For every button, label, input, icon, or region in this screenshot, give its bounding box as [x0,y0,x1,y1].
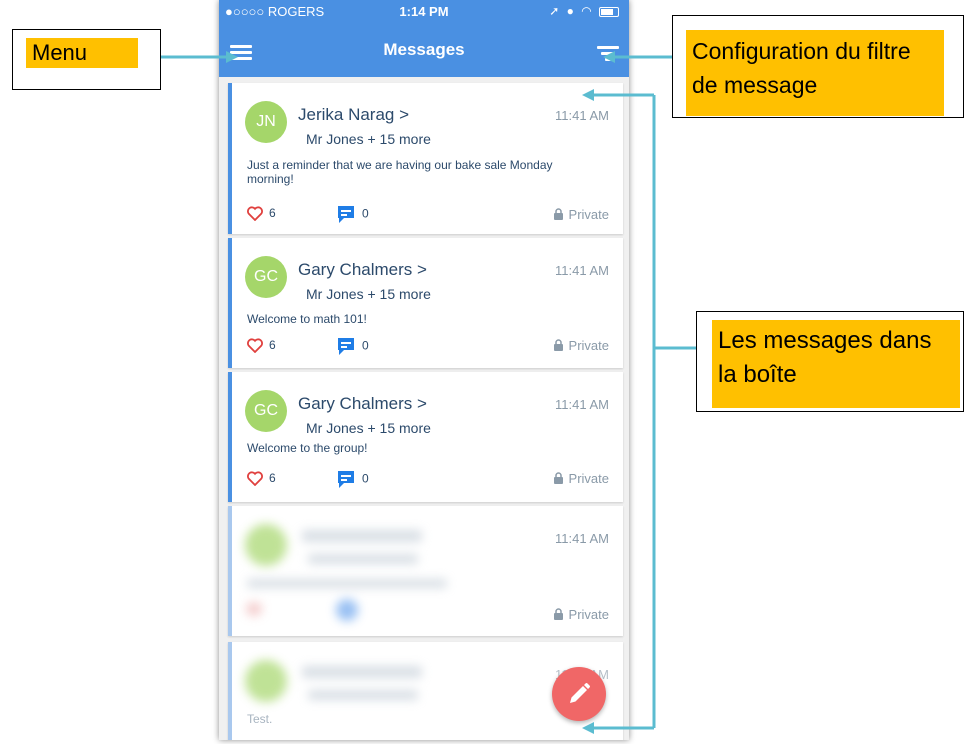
comment-icon [338,471,354,488]
comment-count: 0 [362,338,369,353]
inbox-annotation-label: Les messages dans la boîte [712,320,960,408]
message-body: Test. [247,712,273,726]
like-count: 6 [269,206,276,220]
recipients: Mr Jones + 15 more [306,420,431,436]
avatar: GC [245,390,287,432]
privacy-status: Private [553,207,609,222]
sender-name[interactable]: Jerika Narag > [298,105,409,125]
privacy-status: Private [553,471,609,486]
message-time: 11:41 AM [555,531,609,546]
message-body: Just a reminder that we are having our b… [247,158,553,186]
comment-count: 0 [362,206,369,221]
privacy-label: Private [568,338,609,353]
privacy-status: Private [553,607,609,622]
like-count: 6 [269,338,276,352]
filter-annotation-label: Configuration du filtre de message [686,30,944,116]
compose-button[interactable] [552,667,606,721]
comment-button[interactable]: 0 [336,469,369,490]
like-button[interactable]: 6 [247,338,276,354]
privacy-label: Private [568,207,609,222]
comment-icon [338,338,354,355]
battery-icon [599,6,619,17]
sender-name[interactable]: Gary Chalmers > [298,394,427,414]
like-button[interactable]: 6 [247,206,276,222]
message-card[interactable]: GC Gary Chalmers > Mr Jones + 15 more 11… [228,372,623,502]
lock-icon [553,608,563,620]
page-title: Messages [383,40,465,59]
lock-icon [553,472,563,484]
comment-button[interactable]: 0 [336,336,369,357]
menu-annotation-label: Menu [26,38,138,68]
recipients: Mr Jones + 15 more [306,131,431,147]
nav-bar: Messages [219,22,629,77]
lock-icon [553,339,563,351]
lock-icon [553,208,563,220]
phone-screen: ●○○○○ ROGERS 1:14 PM ➚ ● ◠ Messages JN J… [219,0,629,740]
message-card[interactable]: GC Gary Chalmers > Mr Jones + 15 more 11… [228,238,623,368]
avatar: JN [245,101,287,143]
pencil-icon [570,683,590,703]
filter-icon[interactable] [597,46,619,62]
heart-icon [247,471,263,487]
heart-icon [247,338,263,354]
recipients: Mr Jones + 15 more [306,286,431,302]
privacy-label: Private [568,471,609,486]
message-time: 11:41 AM [555,397,609,412]
comment-button[interactable]: 0 [336,204,369,225]
status-bar: ●○○○○ ROGERS 1:14 PM ➚ ● ◠ [219,0,629,22]
comment-icon [338,206,354,223]
sender-name[interactable]: Gary Chalmers > [298,260,427,280]
message-card-blurred[interactable]: 11:41 AM Private [228,506,623,636]
message-card[interactable]: JN Jerika Narag > Mr Jones + 15 more 11:… [228,83,623,234]
status-icons: ➚ ● ◠ [549,4,619,18]
privacy-status: Private [553,338,609,353]
comment-count: 0 [362,471,369,486]
message-time: 11:41 AM [555,108,609,123]
like-button[interactable]: 6 [247,471,276,487]
heart-icon [247,206,263,222]
message-time: 11:41 AM [555,263,609,278]
message-list: JN Jerika Narag > Mr Jones + 15 more 11:… [219,77,629,740]
message-body: Welcome to the group! [247,441,368,455]
privacy-label: Private [568,607,609,622]
avatar: GC [245,256,287,298]
like-count: 6 [269,471,276,485]
message-body: Welcome to math 101! [247,312,367,326]
